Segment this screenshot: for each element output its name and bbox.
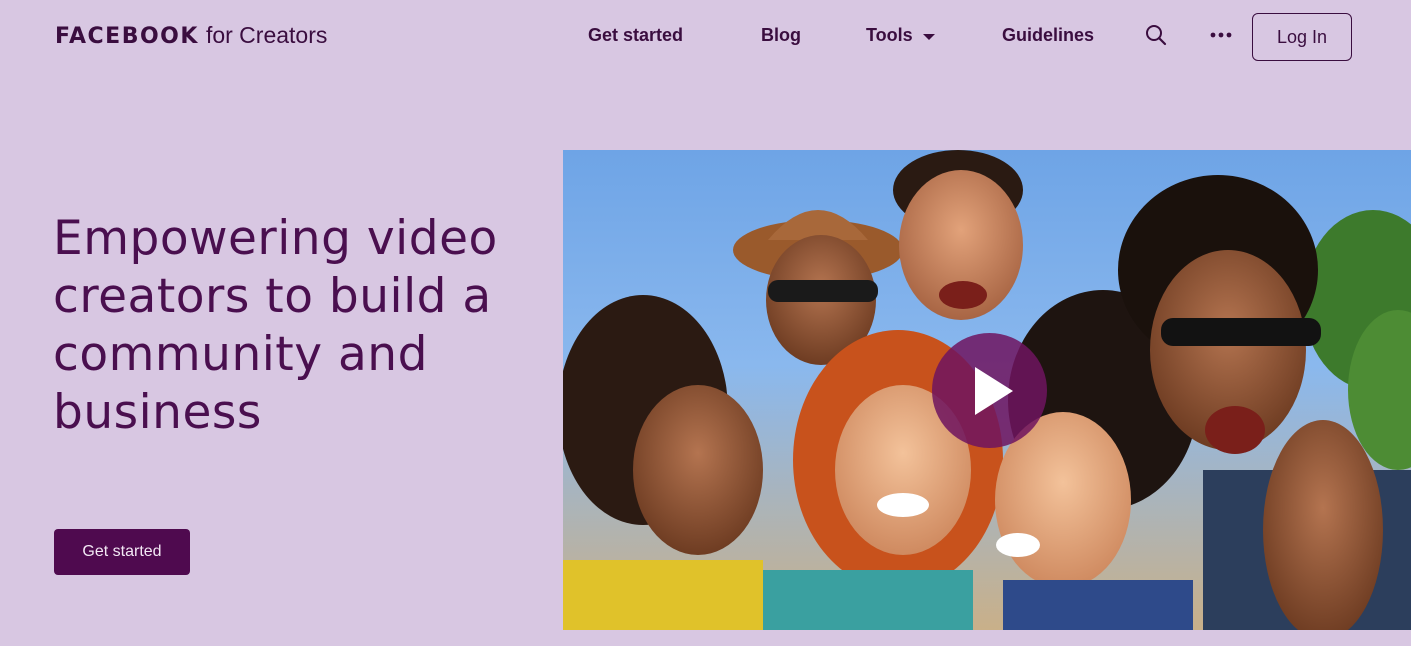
logo-subtitle: for Creators [205, 22, 328, 48]
more-button[interactable] [1210, 28, 1232, 42]
nav-link-get-started[interactable]: Get started [588, 25, 683, 46]
caret-down-icon [922, 33, 935, 40]
nav-link-blog[interactable]: Blog [761, 25, 801, 46]
play-icon [974, 366, 1013, 415]
get-started-button[interactable]: Get started [54, 529, 190, 575]
search-icon [1146, 25, 1167, 46]
page: FACEBOOK for Creators Get started Blog T… [0, 0, 1411, 646]
hero-video[interactable] [563, 150, 1411, 630]
nav-link-guidelines[interactable]: Guidelines [1002, 25, 1094, 46]
nav-tools-label: Tools [866, 25, 913, 45]
hero-heading: Empowering video creators to build a com… [53, 211, 498, 440]
play-button[interactable] [932, 333, 1047, 448]
logo-wordmark: FACEBOOK [55, 24, 199, 49]
search-button[interactable] [1145, 24, 1167, 46]
login-button[interactable]: Log In [1252, 13, 1352, 61]
top-navigation: FACEBOOK for Creators Get started Blog T… [0, 0, 1411, 72]
nav-dropdown-tools[interactable]: Tools [866, 25, 935, 46]
more-dots-icon [1210, 32, 1232, 38]
brand-logo[interactable]: FACEBOOK for Creators [55, 22, 327, 49]
